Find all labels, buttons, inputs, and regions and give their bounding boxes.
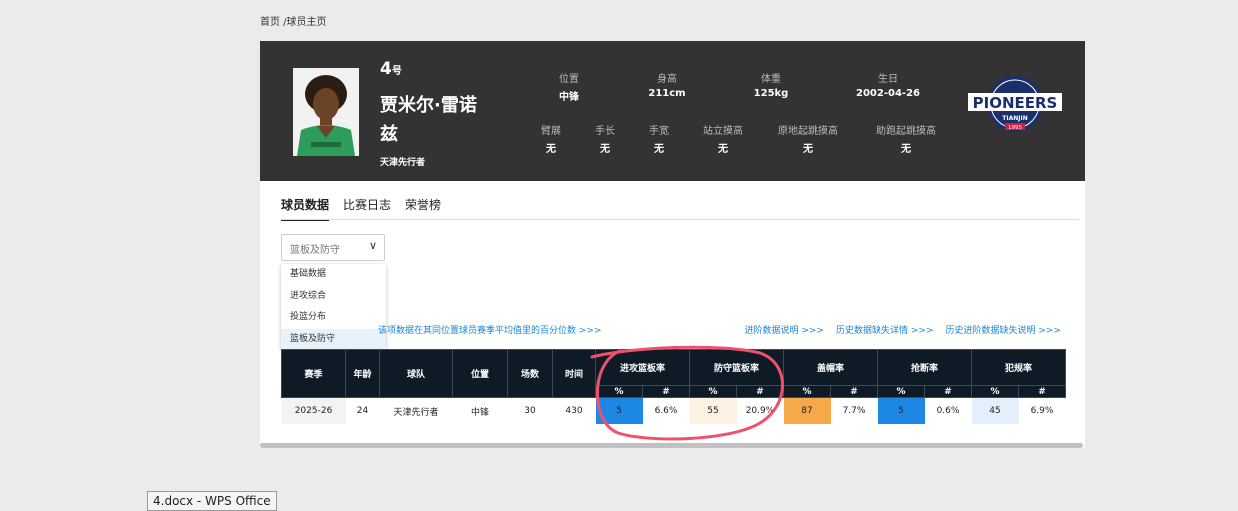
attr-birthday: 生日 2002-04-26 [856,74,920,99]
tab-game-log[interactable]: 比赛日志 [343,196,391,221]
cell-foul-pct: 45 [971,397,1019,424]
breadcrumb[interactable]: 首页 /球员主页 [260,13,327,28]
annotation-circle [590,345,784,441]
col-season: 赛季 [281,349,346,398]
col-age: 年龄 [345,349,380,398]
option-basic[interactable]: 基础数据 [281,264,386,286]
cell-team: 天津先行者 [393,407,439,418]
logo-sub: TIANJIN [1002,115,1027,122]
player-number: 4号 [380,59,402,79]
link-advanced-explain[interactable]: 进阶数据说明 >>> [745,323,824,336]
attr-height: 身高 211cm [648,74,686,99]
sub-num: # [830,385,878,398]
stat-category-select[interactable]: 篮板及防守 ∨ [281,234,385,261]
sub-pct: % [783,385,831,398]
sub-num: # [1018,385,1066,398]
link-missing-advanced[interactable]: 历史进阶数据缺失说明 >>> [946,323,1062,336]
cell-steal: 0.6% [936,406,960,416]
cell-season: 2025-26 [281,397,346,424]
logo-year: 1995 [1008,125,1022,131]
col-games: 场数 [507,349,553,398]
select-value: 篮板及防守 [290,245,340,256]
attr-running-vertical: 助跑起跳摸高无 [876,126,936,155]
col-team: 球队 [379,349,453,398]
info-links: 进阶数据说明 >>> 历史数据缺失详情 >>> 历史进阶数据缺失说明 >>> [745,323,1061,336]
sub-pct: % [971,385,1019,398]
cell-position: 中锋 [470,407,489,418]
attr-standing-reach: 站立摸高无 [703,126,743,155]
taskbar-tooltip[interactable]: 4.docx - WPS Office [147,491,277,511]
attr-standing-vertical: 原地起跳摸高无 [778,126,838,155]
col-position: 位置 [452,349,508,398]
cell-steal-pct: 5 [877,397,925,424]
cell-block: 7.7% [842,406,866,416]
col-foul: 犯规率 [971,349,1066,386]
option-offense[interactable]: 进攻综合 [281,286,386,308]
cell-block-pct: 87 [783,397,831,424]
chevron-down-icon: ∨ [368,239,377,252]
option-rebound-defense[interactable]: 篮板及防守 [281,328,386,350]
player-name: 贾米尔·雷诺兹 [380,95,477,145]
team-logo: PIONEERS TIANJIN 1995 [968,76,1062,132]
player-team: 天津先行者 [380,158,426,168]
cell-foul: 6.9% [1030,406,1054,416]
tab-divider [281,219,1079,220]
percentile-note[interactable]: 该项数据在其同位置球员赛季平均值里的百分位数 >>> [378,323,602,336]
cell-age: 24 [356,406,369,416]
sub-num: # [924,385,972,398]
tab-honors[interactable]: 荣誉榜 [405,196,441,221]
player-header: 4号 贾米尔·雷诺兹 天津先行者 位置 中锋 身高 211cm 体重 125kg 生日… [260,41,1085,181]
cell-games: 30 [524,406,536,416]
attr-position: 位置 中锋 [559,74,579,103]
col-block: 盖帽率 [783,349,878,386]
logo-text: PIONEERS [973,94,1058,112]
col-steal: 抢断率 [877,349,972,386]
option-shooting[interactable]: 投篮分布 [281,307,386,329]
tab-bar: 球员数据 比赛日志 荣誉榜 [281,196,441,221]
attr-weight: 体重 125kg [753,74,789,99]
tab-player-stats[interactable]: 球员数据 [281,196,330,221]
sub-pct: % [877,385,925,398]
player-photo [293,68,359,156]
link-missing-history[interactable]: 历史数据缺失详情 >>> [836,323,933,336]
stat-category-dropdown: 基础数据 进攻综合 投篮分布 篮板及防守 [281,264,386,350]
